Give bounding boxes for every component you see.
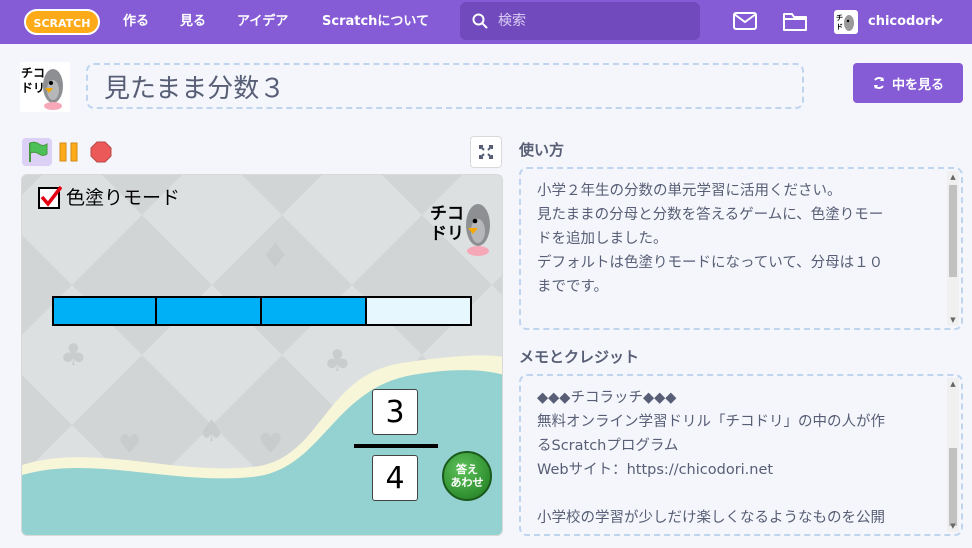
instructions-heading: 使い方 (519, 141, 565, 159)
pause-button[interactable] (58, 141, 80, 163)
search-box[interactable] (460, 2, 700, 40)
text-line: 小学校の学習が少しだけ楽しくなるようなものを公開 (537, 510, 885, 526)
green-flag-button[interactable] (22, 138, 52, 166)
search-input[interactable] (498, 2, 688, 40)
stop-button[interactable] (90, 141, 112, 163)
see-inside-button[interactable]: 中を見る (853, 63, 963, 103)
check-answer-label-2: あわせ (450, 476, 484, 489)
check-answer-button[interactable]: 答え あわせ (442, 451, 492, 501)
project-author-avatar[interactable]: チコ ドリ (20, 62, 70, 112)
color-mode-checkbox[interactable] (38, 185, 62, 209)
fraction-bar-segment[interactable] (260, 296, 367, 326)
see-inside-label: 中を見る (891, 77, 944, 93)
svg-text:♣: ♣ (60, 338, 87, 373)
svg-text:♠: ♠ (198, 414, 225, 449)
fraction-line (354, 444, 438, 448)
text-line: 小学２年生の分数の単元学習に活用ください。 (537, 183, 842, 199)
nav-about[interactable]: Scratchについて (322, 0, 429, 44)
text-line: Webサイト：https://chicodori.net (537, 462, 774, 478)
remix-arrows-icon (873, 77, 884, 89)
my-stuff-folder-icon[interactable] (783, 11, 807, 31)
scroll-up-arrow-icon[interactable]: ▲ (949, 173, 957, 181)
numerator-box[interactable]: 3 (372, 389, 418, 435)
project-title-input[interactable] (86, 63, 804, 109)
fullscreen-button[interactable] (470, 136, 502, 168)
svg-text:♥: ♥ (258, 427, 283, 460)
scroll-down-arrow-icon[interactable]: ▼ (949, 522, 957, 530)
text-line: デフォルトは色塗りモードになっていて、分母は１０ (537, 255, 884, 271)
instructions-scrollbar[interactable]: ▲ ▼ (947, 171, 959, 326)
chevron-down-icon[interactable] (932, 15, 944, 27)
username[interactable]: chicodori (868, 0, 935, 44)
search-icon (472, 13, 488, 29)
scroll-up-arrow-icon[interactable]: ▲ (949, 380, 957, 388)
user-avatar[interactable]: チ ド (834, 10, 858, 34)
text-line: 無料オンライン学習ドリル「チコドリ」の中の人が作 (537, 414, 885, 430)
nav-create[interactable]: 作る (123, 0, 149, 44)
svg-text:チコ: チコ (21, 66, 45, 80)
text-line: るScratchプログラム (537, 438, 679, 454)
text-line: ドを追加しました。 (537, 231, 668, 247)
notes-box[interactable]: ◆◆◆チコラッチ◆◆◆ 無料オンライン学習ドリル「チコドリ」の中の人が作 るScra… (519, 374, 963, 536)
svg-text:チコ: チコ (430, 204, 464, 224)
scratch-logo[interactable]: SCRATCH (24, 7, 100, 37)
instructions-text: 小学２年生の分数の単元学習に活用ください。見たままの分母と分数を答えるゲームに、… (537, 179, 937, 299)
notes-text: ◆◆◆チコラッチ◆◆◆ 無料オンライン学習ドリル「チコドリ」の中の人が作 るScra… (537, 386, 937, 530)
fraction-bar-segment[interactable] (155, 296, 262, 326)
green-flag-icon (29, 141, 48, 162)
svg-text:♣: ♣ (324, 344, 351, 379)
scroll-thumb[interactable] (949, 185, 957, 277)
fraction-bar-segment[interactable] (52, 296, 157, 326)
notes-scrollbar[interactable]: ▲ ▼ (947, 378, 959, 532)
messages-icon[interactable] (733, 12, 757, 30)
project-stage[interactable]: ♦ ♣ ♠ ♣ ♥ ♥ 色塗りモード チコ ドリ 3 4 答え あわせ (21, 174, 503, 536)
text-line (537, 482, 937, 506)
color-mode-label: 色塗りモード (66, 187, 181, 209)
text-line: 見たままの分母と分数を答えるゲームに、色塗りモー (537, 207, 884, 223)
top-navigation-bar: SCRATCH 作る 見る アイデア Scratchについて チ ド chico… (0, 0, 972, 44)
chikodori-logo: チコ ドリ (426, 189, 498, 261)
nav-ideas[interactable]: アイデア (237, 0, 288, 44)
instructions-box[interactable]: 小学２年生の分数の単元学習に活用ください。見たままの分母と分数を答えるゲームに、… (519, 167, 963, 330)
denominator-box[interactable]: 4 (372, 455, 418, 501)
scroll-thumb[interactable] (949, 448, 957, 526)
svg-text:ド: ド (836, 23, 843, 31)
fullscreen-icon (479, 145, 493, 159)
svg-text:ドリ: ドリ (21, 81, 45, 95)
scroll-down-arrow-icon[interactable]: ▼ (949, 316, 957, 324)
text-line: ◆◆◆チコラッチ◆◆◆ (537, 390, 677, 406)
svg-text:チ: チ (836, 14, 843, 22)
notes-heading: メモとクレジット (519, 348, 640, 366)
nav-explore[interactable]: 見る (180, 0, 206, 44)
svg-text:♥: ♥ (118, 430, 141, 460)
svg-text:ドリ: ドリ (430, 224, 464, 244)
check-answer-label-1: 答え (456, 463, 478, 476)
text-line: までです。 (537, 279, 609, 295)
fraction-bar-segment[interactable] (365, 296, 472, 326)
svg-text:SCRATCH: SCRATCH (34, 17, 91, 30)
svg-text:♦: ♦ (260, 236, 290, 276)
